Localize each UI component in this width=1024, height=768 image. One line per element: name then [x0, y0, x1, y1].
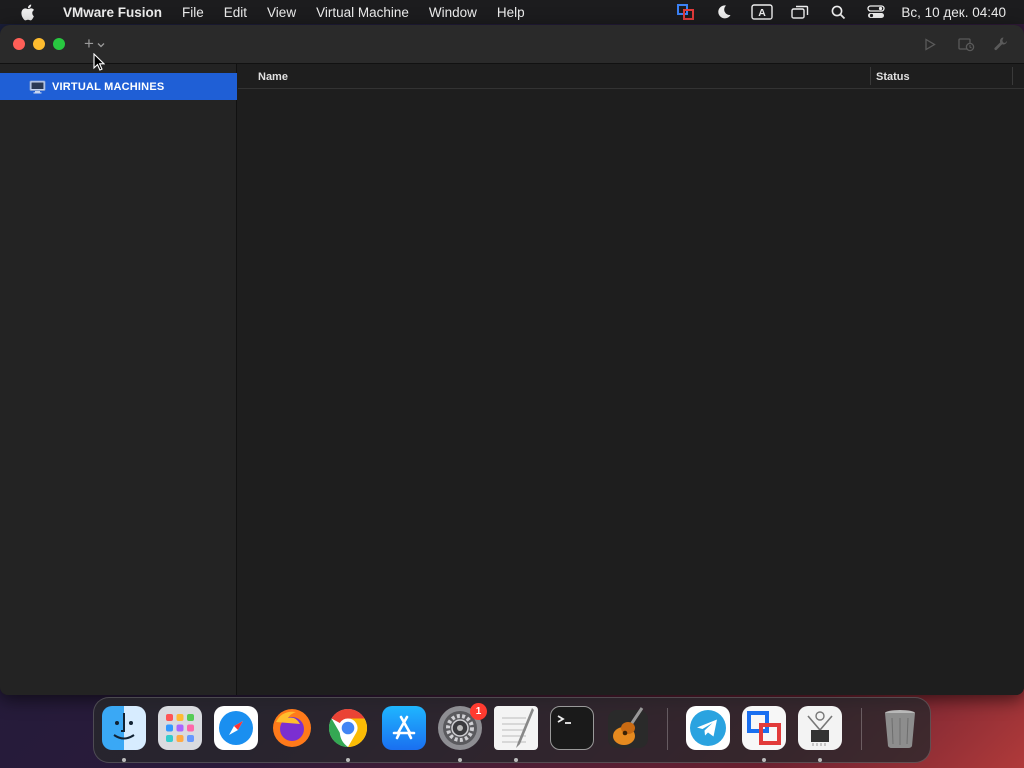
- table-header: Name Status: [238, 64, 1024, 89]
- screen-mirroring-icon[interactable]: [789, 3, 811, 21]
- chrome-icon: [328, 708, 368, 748]
- notification-badge: 1: [470, 703, 487, 720]
- vm-list-table: Name Status: [238, 64, 1024, 695]
- input-source-label: A: [759, 7, 767, 19]
- dock-finder[interactable]: [102, 706, 146, 750]
- safari-icon: [219, 711, 253, 745]
- monitor-icon: [29, 80, 47, 94]
- search-icon[interactable]: [827, 3, 849, 21]
- running-indicator: [346, 758, 350, 762]
- guitar-icon: [608, 707, 648, 748]
- dock-trash[interactable]: [878, 706, 922, 750]
- sidebar: VIRTUAL MACHINES: [0, 64, 237, 695]
- firefox-icon: [273, 709, 311, 747]
- dock-garageband[interactable]: [606, 706, 650, 750]
- dock-launchpad[interactable]: [158, 706, 202, 750]
- menu-app-name[interactable]: VMware Fusion: [53, 5, 172, 20]
- add-vm-button[interactable]: +: [84, 35, 105, 53]
- column-header-status[interactable]: Status: [876, 71, 910, 83]
- mouse-cursor-icon: [93, 53, 105, 71]
- snapshot-icon: [957, 37, 974, 51]
- chevron-down-icon: [97, 35, 105, 53]
- terminal-icon: [557, 715, 571, 724]
- textedit-icon: [502, 708, 534, 748]
- settings-wrench-icon: [994, 37, 1007, 51]
- dock-chrome[interactable]: [326, 706, 370, 750]
- menu-window[interactable]: Window: [419, 5, 487, 20]
- moon-icon[interactable]: [713, 3, 735, 21]
- menubar-clock[interactable]: Вс, 10 дек. 04:40: [901, 5, 1006, 20]
- running-indicator: [514, 758, 518, 762]
- apple-menu-icon[interactable]: [18, 3, 36, 21]
- title-bar: +: [0, 25, 1024, 64]
- running-indicator: [818, 758, 822, 762]
- running-indicator: [458, 758, 462, 762]
- finder-icon: [113, 713, 135, 740]
- vmware-library-window: + VIRTUAL MACHINES Name Status: [0, 25, 1024, 695]
- plus-icon: +: [84, 34, 94, 53]
- dock-terminal[interactable]: [550, 706, 594, 750]
- settings-button[interactable]: [991, 35, 1011, 53]
- dock-separator: [861, 708, 862, 750]
- column-divider[interactable]: [1012, 67, 1013, 85]
- trash-icon: [885, 710, 915, 749]
- menu-file[interactable]: File: [172, 5, 214, 20]
- control-center-icon[interactable]: [865, 3, 887, 21]
- chip-icon: [807, 711, 833, 746]
- menu-virtual-machine[interactable]: Virtual Machine: [306, 5, 419, 20]
- play-icon: [925, 37, 936, 51]
- minimize-window-button[interactable]: [33, 38, 45, 50]
- snapshot-button[interactable]: [956, 35, 976, 53]
- menu-bar: VMware Fusion File Edit View Virtual Mac…: [0, 0, 1024, 24]
- column-header-name[interactable]: Name: [258, 71, 288, 83]
- close-window-button[interactable]: [13, 38, 25, 50]
- zoom-window-button[interactable]: [53, 38, 65, 50]
- sidebar-item-label: VIRTUAL MACHINES: [52, 80, 165, 93]
- dock-textedit[interactable]: [494, 706, 538, 750]
- menu-help[interactable]: Help: [487, 5, 535, 20]
- dock-firefox[interactable]: [270, 706, 314, 750]
- dock-system-information[interactable]: [798, 706, 842, 750]
- app-store-icon: [392, 715, 416, 740]
- menu-view[interactable]: View: [257, 5, 306, 20]
- vmware-fusion-menu-icon[interactable]: [675, 3, 697, 21]
- play-button[interactable]: [920, 35, 940, 53]
- running-indicator: [762, 758, 766, 762]
- menu-edit[interactable]: Edit: [214, 5, 257, 20]
- running-indicator: [122, 758, 126, 762]
- dock-telegram[interactable]: [686, 706, 730, 750]
- column-divider[interactable]: [870, 67, 871, 85]
- dock-app-store[interactable]: [382, 706, 426, 750]
- launchpad-icon: [166, 714, 194, 742]
- dock-safari[interactable]: [214, 706, 258, 750]
- dock-vmware-fusion[interactable]: [742, 706, 786, 750]
- input-source-icon[interactable]: A: [751, 3, 774, 21]
- vmware-fusion-icon: [747, 711, 781, 745]
- dock: 1: [93, 697, 931, 763]
- sidebar-item-virtual-machines[interactable]: VIRTUAL MACHINES: [0, 73, 237, 100]
- dock-separator: [667, 708, 668, 750]
- telegram-icon: [690, 710, 726, 746]
